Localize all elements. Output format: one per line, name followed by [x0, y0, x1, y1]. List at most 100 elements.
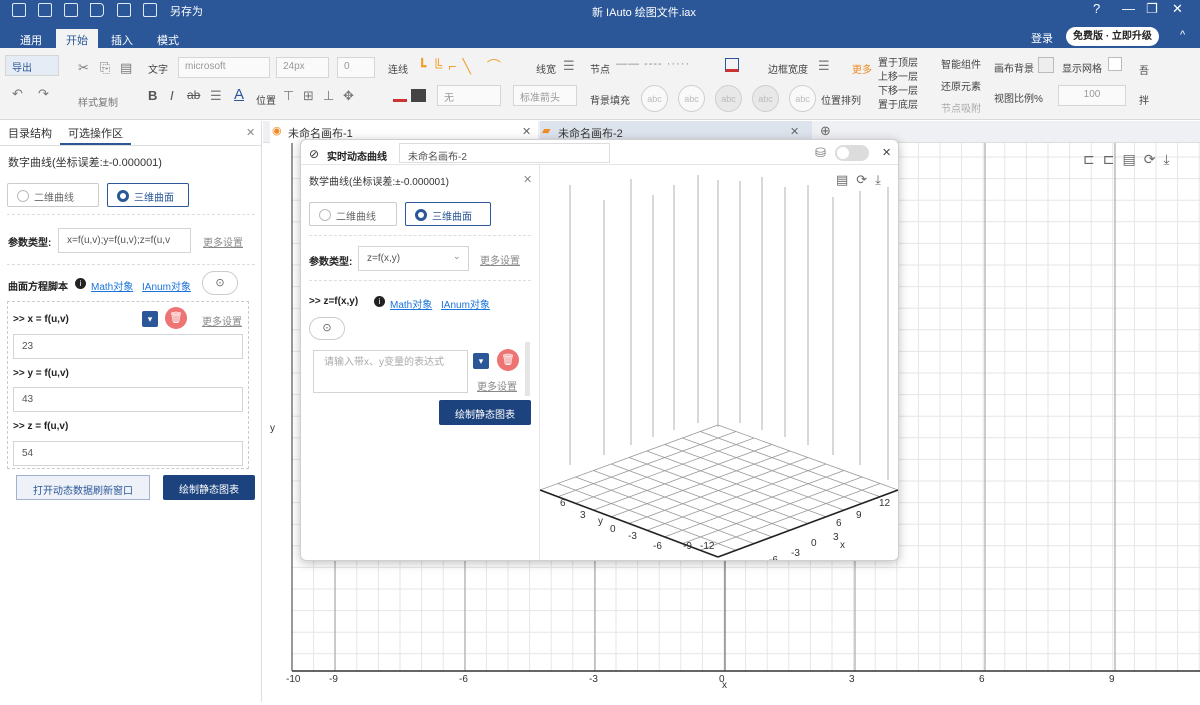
help-icon[interactable]: ?: [1093, 1, 1100, 16]
style-button-3[interactable]: abc: [715, 85, 742, 112]
login-link[interactable]: 登录: [1031, 30, 1053, 46]
canvas-bg-swatch[interactable]: [1038, 57, 1054, 73]
info-icon[interactable]: i: [374, 296, 385, 307]
share-icon[interactable]: [143, 3, 157, 17]
realtime-toggle[interactable]: [835, 145, 869, 161]
move-down-button[interactable]: 下移一层: [878, 82, 918, 97]
add-icon[interactable]: ⊙: [202, 271, 238, 295]
restore-element-button[interactable]: 还原元素: [941, 78, 981, 93]
move-icon[interactable]: ✥: [343, 88, 354, 104]
undo-icon[interactable]: ↶: [12, 86, 23, 102]
popup-canvas-tab[interactable]: 未命名画布-2: [399, 143, 610, 163]
info-icon[interactable]: i: [75, 278, 86, 289]
side-button-2[interactable]: 拌: [1139, 92, 1149, 107]
close-tab-icon[interactable]: ✕: [790, 125, 799, 138]
align-bottom-icon[interactable]: ⊥: [323, 88, 334, 104]
save-icon[interactable]: [12, 3, 26, 17]
close-tab-icon[interactable]: ✕: [522, 125, 531, 138]
scrollbar[interactable]: [525, 342, 530, 396]
upgrade-button[interactable]: 免费版 · 立即升级: [1066, 27, 1159, 46]
view-scale-input[interactable]: 100: [1058, 85, 1126, 106]
export-dropdown[interactable]: 导出: [5, 55, 59, 76]
add-tab-icon[interactable]: ⊕: [820, 123, 831, 139]
tab-mode[interactable]: 模式: [147, 29, 189, 48]
line-width-icon[interactable]: ☰: [563, 58, 575, 74]
delete-icon[interactable]: 🗑: [165, 307, 187, 329]
arrow-select[interactable]: 标准箭头: [513, 85, 577, 106]
restore-icon[interactable]: ❐: [1146, 1, 1158, 17]
more-button[interactable]: 更多: [852, 61, 872, 76]
database-icon[interactable]: ⛁: [815, 145, 826, 161]
align-top-icon[interactable]: ⊤: [283, 88, 294, 104]
more-settings-link[interactable]: 更多设置: [202, 313, 242, 328]
tab-operations[interactable]: 可选操作区: [60, 121, 131, 145]
align-middle-icon[interactable]: ⊞: [303, 88, 314, 104]
popup-more-settings-link[interactable]: 更多设置: [480, 252, 520, 267]
close-popup-icon[interactable]: ✕: [882, 146, 891, 159]
canvas-tools[interactable]: ⊏⊏▤⟳⤓: [1083, 151, 1178, 168]
align-center-icon[interactable]: ☰: [210, 88, 222, 104]
spacing-select[interactable]: 0: [337, 57, 375, 78]
dropdown-icon[interactable]: ▾: [473, 353, 489, 369]
redo-icon[interactable]: ↷: [38, 86, 49, 102]
export-icon[interactable]: [64, 3, 78, 17]
style-button-1[interactable]: abc: [641, 85, 668, 112]
minimize-icon[interactable]: —: [1122, 1, 1135, 16]
param-select[interactable]: x=f(u,v);y=f(u,v);z=f(u,v: [58, 228, 191, 253]
align-dropdown[interactable]: 位置排列: [821, 92, 861, 107]
x-equation-input[interactable]: 23: [13, 334, 243, 359]
font-size-select[interactable]: 24px: [276, 57, 329, 78]
tab-insert[interactable]: 插入: [101, 29, 143, 48]
dash-style-icons[interactable]: —— ---- ·····: [616, 58, 690, 70]
bg-fill-dropdown[interactable]: 背景填充: [590, 92, 630, 107]
tab-general[interactable]: 通用: [10, 29, 52, 48]
expression-input[interactable]: 请输入带x、y变量的表达式: [313, 350, 468, 393]
popup-radio-2d[interactable]: 二维曲线: [309, 202, 397, 226]
move-up-button[interactable]: 上移一层: [878, 68, 918, 83]
open-dynamic-window-button[interactable]: 打开动态数据刷新窗口: [16, 475, 150, 500]
strike-icon[interactable]: ab: [187, 88, 200, 102]
close-icon[interactable]: ✕: [1172, 1, 1183, 17]
edit-icon[interactable]: [117, 3, 131, 17]
math-link[interactable]: Math对象: [91, 278, 133, 293]
bold-icon[interactable]: B: [148, 88, 157, 103]
paste-icon[interactable]: ▤: [120, 60, 132, 76]
side-button-1[interactable]: 吾: [1139, 62, 1149, 77]
popup-math-link[interactable]: Math对象: [390, 296, 432, 311]
style-button-5[interactable]: abc: [789, 85, 816, 112]
draw-static-chart-button[interactable]: 绘制静态图表: [163, 475, 255, 500]
radio-3d[interactable]: 三维曲面: [107, 183, 189, 207]
font-select[interactable]: microsoft: [178, 57, 270, 78]
add-icon[interactable]: ⊙: [309, 317, 345, 340]
copy-icon[interactable]: ⎘: [100, 60, 110, 76]
show-grid-checkbox[interactable]: [1108, 57, 1122, 71]
popup-ianum-link[interactable]: IAnum对象: [441, 296, 490, 311]
new-file-icon[interactable]: [38, 3, 52, 17]
format-copy-button[interactable]: 样式复制: [78, 94, 118, 109]
to-bottom-button[interactable]: 置于底层: [878, 96, 918, 111]
style-button-2[interactable]: abc: [678, 85, 705, 112]
close-section-icon[interactable]: ✕: [523, 173, 532, 186]
popup-more-settings-link[interactable]: 更多设置: [477, 378, 517, 393]
tab-start[interactable]: 开始: [56, 29, 98, 48]
connector-styles-icon[interactable]: ┗╚⌐╲ ⌒: [418, 56, 507, 76]
save-as-button[interactable]: 另存为: [170, 3, 203, 19]
popup-radio-3d[interactable]: 三维曲面: [405, 202, 491, 226]
fill-color-icon[interactable]: [411, 89, 426, 102]
tab-directory[interactable]: 目录结构: [0, 121, 60, 145]
popup-draw-static-chart-button[interactable]: 绘制静态图表: [439, 400, 531, 425]
node-snap-button[interactable]: 节点吸附: [941, 100, 981, 115]
style-button-4[interactable]: abc: [752, 85, 779, 112]
to-top-button[interactable]: 置于顶层: [878, 54, 918, 69]
open-folder-icon[interactable]: [90, 3, 104, 17]
border-color-icon[interactable]: [725, 58, 739, 72]
smart-component-button[interactable]: 智能组件: [941, 56, 981, 71]
collapse-icon[interactable]: ^: [1180, 29, 1185, 41]
font-color-icon[interactable]: A: [234, 86, 244, 103]
z-equation-input[interactable]: 54: [13, 441, 243, 466]
cut-icon[interactable]: ✂: [78, 60, 89, 76]
dropdown-icon[interactable]: ▾: [142, 311, 158, 327]
border-width-icon[interactable]: ☰: [818, 58, 830, 74]
radio-2d[interactable]: 二维曲线: [7, 183, 99, 207]
delete-icon[interactable]: 🗑: [497, 349, 519, 371]
